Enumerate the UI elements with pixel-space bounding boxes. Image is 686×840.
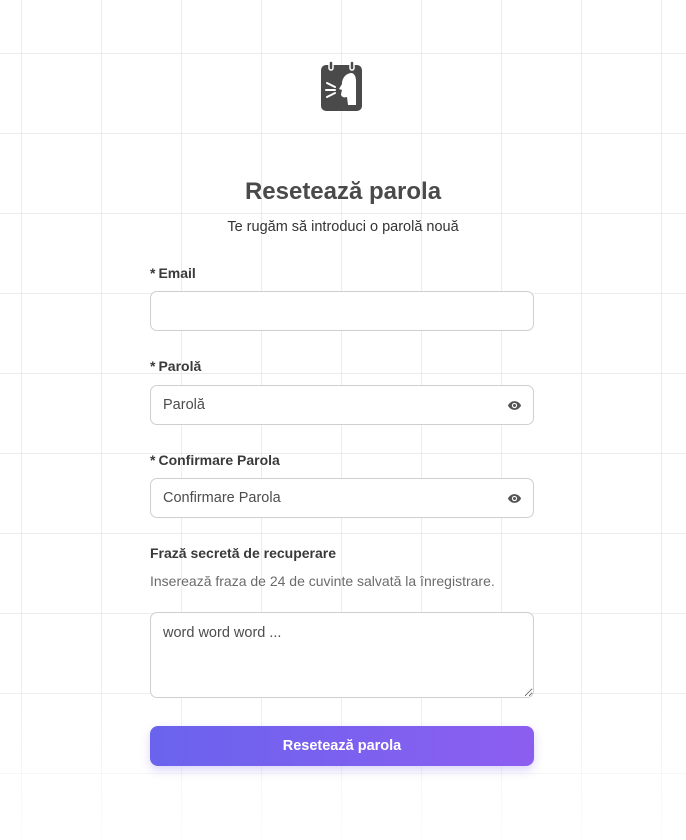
required-marker: *: [150, 265, 156, 281]
eye-icon[interactable]: [507, 398, 522, 413]
confirm-password-label: * Confirmare Parola: [150, 452, 280, 468]
recovery-phrase-help: Inserează fraza de 24 de cuvinte salvată…: [150, 573, 495, 589]
page-subtitle: Te rugăm să introduci o parolă nouă: [227, 219, 459, 235]
recovery-phrase-field[interactable]: [150, 612, 534, 698]
confirm-password-field[interactable]: [150, 478, 534, 518]
recovery-phrase-label: Frază secretă de recuperare: [150, 545, 336, 561]
reset-password-button[interactable]: Resetează parola: [150, 726, 534, 766]
required-marker: *: [150, 452, 156, 468]
page-title: Resetează parola: [244, 178, 442, 205]
email-field[interactable]: [150, 291, 534, 331]
password-field[interactable]: [150, 385, 534, 425]
required-marker: *: [150, 358, 156, 374]
eye-icon[interactable]: [507, 491, 522, 506]
password-label: * Parolă: [150, 358, 202, 374]
app-logo-icon: [321, 61, 362, 111]
email-label: * Email: [150, 265, 196, 281]
